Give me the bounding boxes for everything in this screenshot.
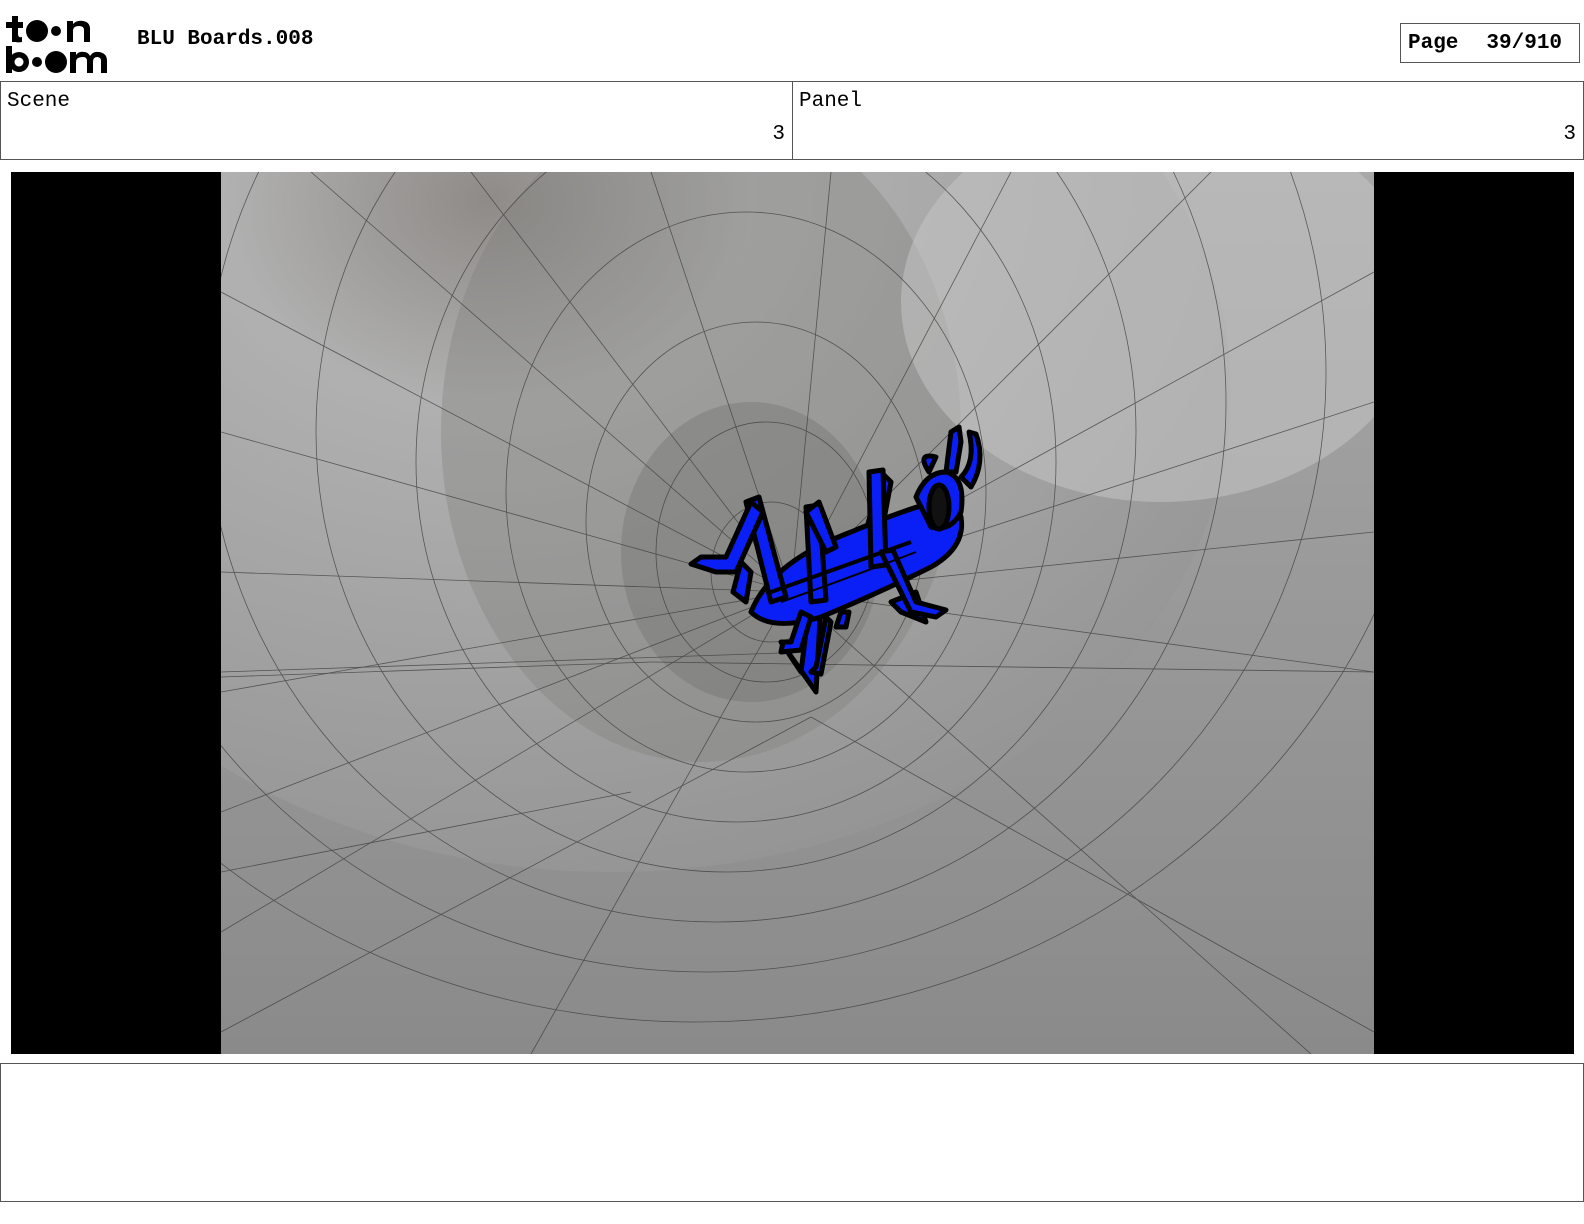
panel-label: Panel (799, 90, 863, 113)
scene-value: 3 (772, 123, 785, 146)
document-title: BLU Boards.008 (137, 28, 314, 51)
storyboard-panel-image (11, 172, 1574, 1054)
scene-panel-row: Scene 3 Panel 3 (0, 81, 1584, 160)
toonboom-logo (4, 14, 116, 74)
panel-value: 3 (1563, 123, 1576, 146)
page-indicator: Page 39/910 (1400, 23, 1580, 63)
page-label: Page (1408, 31, 1459, 55)
panel-notes-area (0, 1063, 1584, 1202)
scene-label: Scene (7, 90, 71, 113)
page-number: 39/910 (1486, 31, 1563, 55)
scene-field: Scene 3 (0, 82, 792, 159)
panel-field: Panel 3 (792, 82, 1584, 159)
background-surface (221, 172, 1374, 1054)
